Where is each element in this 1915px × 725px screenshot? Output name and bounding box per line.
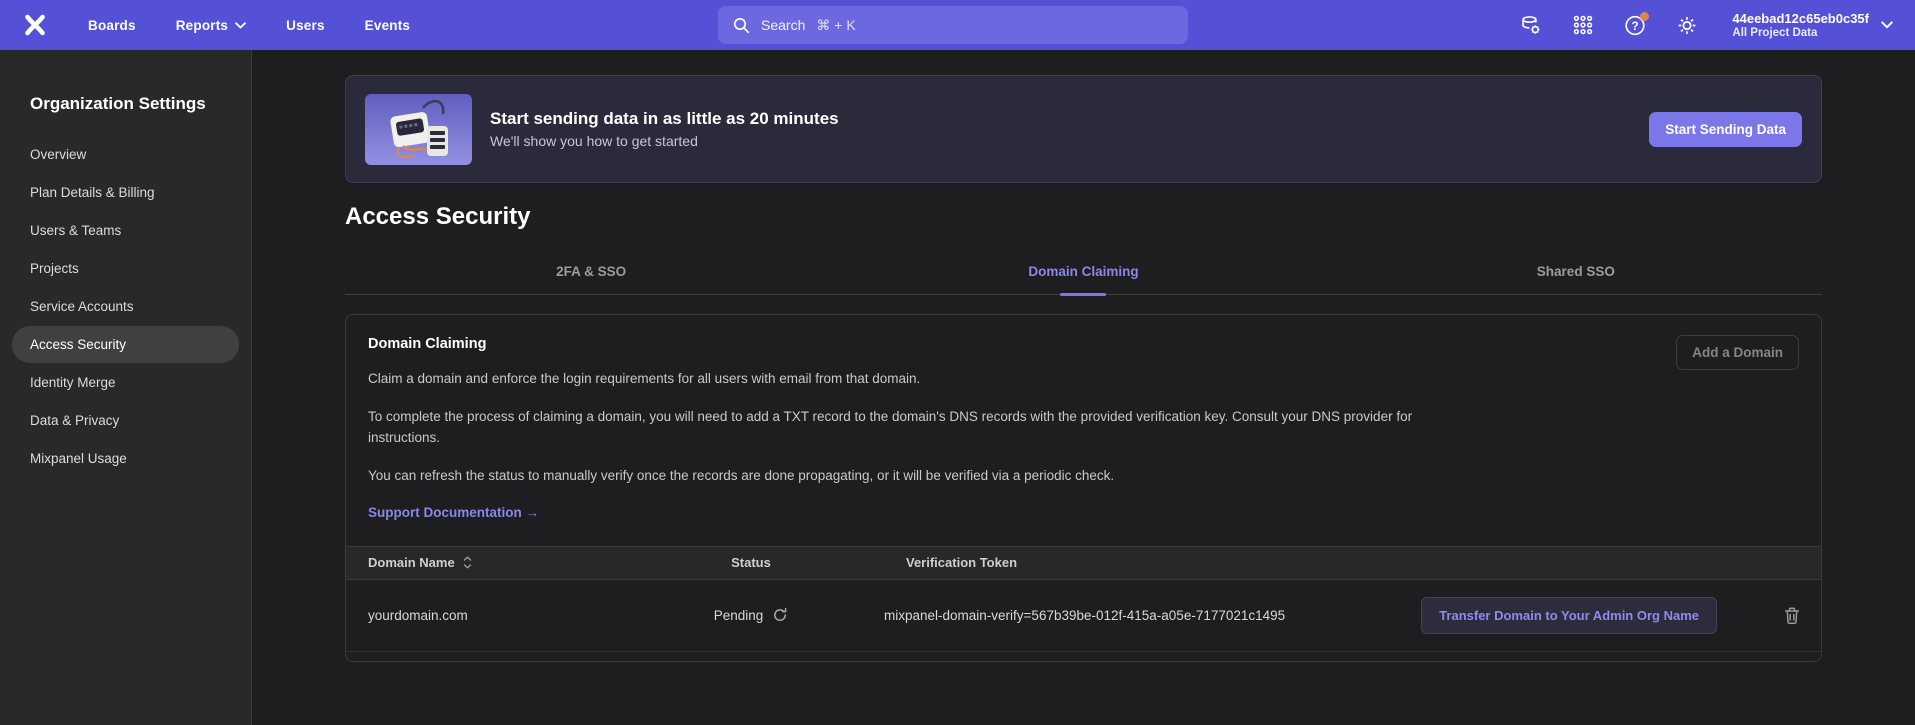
domains-table-header: Domain Name Status Verification Token	[346, 546, 1821, 580]
sidebar-item-overview[interactable]: Overview	[12, 136, 239, 173]
settings-gear-icon[interactable]	[1676, 14, 1698, 36]
navbar-right: ? 44eebad12c65eb0c35f All Project Data	[1520, 11, 1893, 40]
sidebar-item-service-accounts[interactable]: Service Accounts	[12, 288, 239, 325]
user-menu[interactable]: 44eebad12c65eb0c35f All Project Data	[1732, 11, 1893, 40]
card-bottom-spacer	[346, 652, 1821, 661]
sort-icon	[463, 556, 472, 569]
search-input[interactable]: Search ⌘ + K	[718, 6, 1188, 44]
sidebar-item-access-security[interactable]: Access Security	[12, 326, 239, 363]
nav-item-reports[interactable]: Reports	[176, 18, 246, 33]
sidebar-item-data-privacy[interactable]: Data & Privacy	[12, 402, 239, 439]
add-domain-button[interactable]: Add a Domain	[1676, 335, 1799, 370]
nav-item-events[interactable]: Events	[365, 18, 410, 33]
trash-icon	[1783, 606, 1801, 625]
search-placeholder: Search	[761, 17, 805, 33]
sidebar-item-plan-details-billing[interactable]: Plan Details & Billing	[12, 174, 239, 211]
chevron-down-icon	[1881, 21, 1893, 29]
svg-text:?: ?	[1632, 20, 1639, 32]
row-actions: Transfer Domain to Your Admin Org Name	[1401, 597, 1821, 634]
security-tabs: 2FA & SSO Domain Claiming Shared SSO	[345, 264, 1822, 295]
card-paragraph-2: To complete the process of claiming a do…	[368, 407, 1426, 449]
card-title: Domain Claiming	[368, 336, 1799, 352]
data-management-icon[interactable]	[1520, 14, 1542, 36]
card-paragraph-1: Claim a domain and enforce the login req…	[368, 369, 1426, 390]
top-navbar: Boards Reports Users Events Search ⌘ + K	[0, 0, 1915, 50]
nav-item-users[interactable]: Users	[286, 18, 325, 33]
search-icon	[733, 17, 750, 34]
mixpanel-logo-icon[interactable]	[22, 12, 48, 38]
primary-nav: Boards Reports Users Events	[88, 18, 410, 33]
help-notification-dot	[1640, 12, 1649, 21]
banner-subtitle: We'll show you how to get started	[490, 133, 839, 149]
nav-item-boards[interactable]: Boards	[88, 18, 136, 33]
tab-2fa-sso[interactable]: 2FA & SSO	[345, 264, 837, 294]
domain-claiming-card: Domain Claiming Add a Domain Claim a dom…	[345, 314, 1822, 662]
onboarding-banner: Start sending data in as little as 20 mi…	[345, 75, 1822, 183]
tab-shared-sso[interactable]: Shared SSO	[1330, 264, 1822, 294]
page-title: Access Security	[345, 203, 1822, 231]
header-status: Status	[676, 555, 826, 570]
refresh-icon	[772, 607, 788, 623]
domain-table-row: yourdomain.com Pending mixpanel-domain-v…	[346, 580, 1821, 652]
transfer-domain-button[interactable]: Transfer Domain to Your Admin Org Name	[1421, 597, 1717, 634]
sidebar-item-identity-merge[interactable]: Identity Merge	[12, 364, 239, 401]
apps-grid-icon[interactable]	[1572, 14, 1594, 36]
search-shortcut: ⌘ + K	[816, 17, 855, 34]
support-documentation-link[interactable]: Support Documentation →	[368, 505, 539, 520]
tab-domain-claiming[interactable]: Domain Claiming	[837, 264, 1329, 294]
header-domain-name: Domain Name	[346, 555, 676, 570]
banner-title: Start sending data in as little as 20 mi…	[490, 109, 839, 129]
help-icon[interactable]: ?	[1624, 14, 1646, 36]
domain-name-cell: yourdomain.com	[346, 608, 676, 623]
nav-item-reports-label: Reports	[176, 18, 228, 33]
sidebar-item-projects[interactable]: Projects	[12, 250, 239, 287]
main-content: Start sending data in as little as 20 mi…	[252, 50, 1915, 725]
verification-token-cell: mixpanel-domain-verify=567b39be-012f-415…	[826, 608, 1401, 623]
banner-illustration	[365, 94, 472, 165]
sidebar-item-mixpanel-usage[interactable]: Mixpanel Usage	[12, 440, 239, 477]
start-sending-data-button[interactable]: Start Sending Data	[1649, 112, 1802, 147]
settings-sidebar: Organization Settings Overview Plan Deta…	[0, 50, 252, 725]
sidebar-item-users-teams[interactable]: Users & Teams	[12, 212, 239, 249]
header-domain-name-label: Domain Name	[368, 555, 455, 570]
refresh-status-button[interactable]	[772, 607, 788, 623]
user-info: 44eebad12c65eb0c35f All Project Data	[1732, 11, 1869, 40]
delete-domain-button[interactable]	[1783, 606, 1801, 625]
status-value: Pending	[714, 608, 764, 623]
banner-text: Start sending data in as little as 20 mi…	[490, 109, 839, 149]
status-cell: Pending	[676, 607, 826, 623]
header-verification-token: Verification Token	[826, 555, 1401, 570]
sort-button[interactable]	[463, 556, 472, 569]
card-description-section: Domain Claiming Add a Domain Claim a dom…	[346, 315, 1821, 546]
card-paragraph-3: You can refresh the status to manually v…	[368, 466, 1426, 487]
sidebar-title: Organization Settings	[12, 50, 239, 136]
project-scope: All Project Data	[1732, 26, 1869, 40]
chevron-down-icon	[235, 22, 246, 29]
org-id: 44eebad12c65eb0c35f	[1732, 11, 1869, 26]
